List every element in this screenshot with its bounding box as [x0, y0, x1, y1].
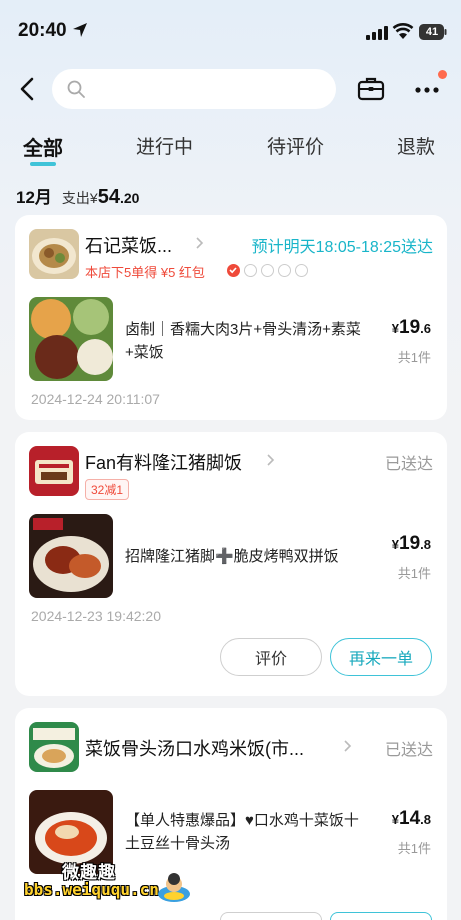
stamp-empty	[278, 264, 291, 277]
spend-label: 支出¥	[61, 190, 98, 206]
shop-logo	[29, 229, 79, 279]
spend-amount: 54	[97, 186, 120, 208]
shop-logo	[29, 446, 79, 496]
location-arrow-icon	[73, 23, 87, 37]
item-count: 共1件	[397, 841, 431, 856]
spend-decimal: .20	[119, 190, 140, 206]
shop-name[interactable]: 石记菜饭...	[85, 232, 172, 258]
search-input[interactable]	[94, 69, 324, 109]
tab-in-progress[interactable]: 进行中	[136, 132, 193, 159]
tab-refund[interactable]: 退款	[397, 132, 435, 159]
stamp-empty	[295, 264, 308, 277]
review-button[interactable]	[220, 912, 322, 920]
item-image	[29, 297, 113, 381]
order-card[interactable]: Fan有料隆江猪脚饭 已送达 32减1 招牌隆江猪脚➕脆皮烤鸭双拼饭 ¥19.8…	[15, 432, 447, 696]
delivery-eta: 预计明天18:05-18:25送达	[251, 239, 433, 256]
order-status: 已送达	[384, 742, 433, 759]
cellular-signal-icon	[366, 26, 388, 40]
shop-logo	[29, 722, 79, 772]
item-image	[29, 514, 113, 598]
review-button[interactable]: 评价	[220, 638, 322, 676]
month-summary: 12月 支出¥54.20	[16, 183, 139, 209]
coupon-badge: 32减1	[85, 479, 130, 500]
stamp-empty	[244, 264, 257, 277]
order-card[interactable]: 石记菜饭... 预计明天18:05-18:25送达 本店下5单得 ¥5 红包 卤…	[15, 215, 447, 420]
item-name: 【单人特惠爆品】♥口水鸡十菜饭十土豆丝十骨头汤	[125, 812, 359, 852]
stamp-filled	[227, 264, 240, 277]
notification-dot	[438, 70, 447, 79]
search-bar[interactable]	[52, 69, 336, 109]
order-status: 已送达	[384, 456, 433, 473]
order-time: 2024-12-24 20:11:07	[31, 391, 160, 407]
month-label: 12月	[16, 188, 52, 207]
battery-level: 41	[425, 26, 439, 38]
tab-to-review[interactable]: 待评价	[267, 132, 324, 159]
watermark-logo-icon	[158, 873, 190, 902]
chevron-right-icon	[196, 237, 204, 249]
reorder-button[interactable]: 再来一单	[330, 638, 432, 676]
item-price: ¥19.6	[391, 317, 431, 338]
chevron-right-icon	[344, 740, 352, 752]
status-bar: 20:40 41	[0, 0, 461, 60]
order-time: 2024-12-23 19:42:20	[31, 608, 161, 624]
order-tabs: 全部 进行中 待评价 退款	[0, 128, 461, 168]
status-time: 20:40	[18, 20, 67, 41]
item-name: 卤制｜香糯大肉3片+骨头清汤+素菜+菜饭	[125, 321, 361, 361]
more-icon[interactable]	[410, 74, 444, 104]
wifi-icon	[392, 23, 414, 39]
reorder-button[interactable]	[330, 912, 432, 920]
item-name: 招牌隆江猪脚➕脆皮烤鸭双拼饭	[125, 548, 339, 565]
tab-indicator	[30, 162, 56, 166]
item-price: ¥19.8	[391, 533, 431, 554]
stamp-progress	[227, 264, 308, 277]
tab-all[interactable]: 全部	[23, 132, 63, 161]
watermark-url: bbs.weiququ.cn	[24, 880, 159, 899]
search-icon	[67, 80, 85, 98]
back-icon[interactable]	[14, 74, 40, 104]
shop-name[interactable]: 菜饭骨头汤口水鸡米饭(市...	[85, 735, 304, 761]
shop-name[interactable]: Fan有料隆江猪脚饭	[85, 449, 242, 475]
promo-text: 本店下5单得 ¥5 红包	[85, 265, 205, 280]
item-count: 共1件	[397, 566, 431, 581]
chevron-right-icon	[267, 454, 275, 466]
item-price: ¥14.8	[391, 808, 431, 829]
stamp-empty	[261, 264, 274, 277]
briefcase-icon[interactable]	[356, 74, 386, 104]
item-count: 共1件	[397, 350, 431, 365]
